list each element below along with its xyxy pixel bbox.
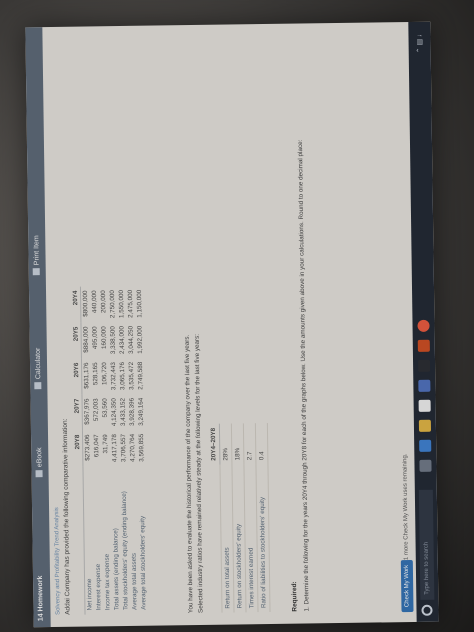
calculator-button[interactable]: Calculator bbox=[34, 348, 43, 390]
powerpoint-icon[interactable] bbox=[417, 339, 430, 352]
cell: 3,433,152 bbox=[119, 397, 127, 427]
chrome-icon[interactable] bbox=[417, 319, 430, 332]
cell: 106,720 bbox=[101, 362, 109, 386]
industry-ratios-table: 20Y4–20Y8 Return on total assets 28% Ret… bbox=[207, 423, 271, 613]
cell: 3,706,557 bbox=[120, 433, 128, 463]
cell: 3,044,250 bbox=[127, 325, 135, 354]
cell: 495,000 bbox=[91, 326, 99, 350]
app-icon[interactable] bbox=[418, 359, 431, 372]
store-icon[interactable] bbox=[418, 399, 431, 412]
monitor-screen: 14 Homework eBook Calculator Print Item … bbox=[25, 21, 439, 628]
cell: 3,569,855 bbox=[138, 433, 146, 462]
column-header: 20Y4 bbox=[70, 286, 81, 323]
cell: $631,176 bbox=[83, 362, 91, 389]
cell: $800,000 bbox=[82, 290, 90, 317]
cell: 1,150,000 bbox=[136, 289, 144, 318]
cell: 2,749,588 bbox=[137, 361, 145, 390]
system-tray: ⌃ ▤ ♩ bbox=[416, 29, 424, 54]
file-explorer-icon[interactable] bbox=[418, 419, 432, 432]
taskbar-search-input[interactable]: Type here to search bbox=[418, 489, 435, 600]
cell: $273,406 bbox=[84, 434, 92, 461]
cell: 616,047 bbox=[93, 434, 101, 458]
print-button[interactable]: Print Item bbox=[32, 235, 41, 276]
column-header: 20Y7 bbox=[72, 394, 83, 431]
cell: 1,550,000 bbox=[118, 289, 126, 319]
cell: 2,475,000 bbox=[127, 289, 135, 318]
ebook-button[interactable]: eBook bbox=[35, 447, 43, 478]
row-label: Average total stockholders' equity bbox=[139, 515, 148, 610]
cell: $884,000 bbox=[82, 326, 90, 353]
cell: 160,000 bbox=[100, 326, 108, 350]
cell: 572,003 bbox=[92, 398, 100, 422]
cell: 4,270,764 bbox=[129, 433, 137, 462]
cell: 28% bbox=[219, 423, 232, 465]
cell: 3,928,396 bbox=[128, 397, 136, 426]
check-my-work-button[interactable]: Check My Work bbox=[400, 559, 414, 613]
column-header: 20Y6 bbox=[71, 358, 82, 395]
cell: $367,976 bbox=[83, 398, 91, 425]
cell: 18% bbox=[231, 423, 244, 465]
calculator-icon bbox=[34, 382, 42, 390]
cell: 3,249,164 bbox=[137, 397, 145, 426]
cell: 3,065,176 bbox=[119, 361, 127, 391]
cell: 2,434,000 bbox=[118, 325, 126, 355]
edge-icon[interactable] bbox=[419, 439, 432, 452]
start-icon[interactable] bbox=[421, 604, 433, 616]
cell: 3,338,500 bbox=[109, 326, 117, 355]
dropbox-icon[interactable] bbox=[418, 379, 431, 392]
cell: 53,560 bbox=[101, 398, 109, 418]
cell: 4,124,350 bbox=[110, 398, 118, 427]
cell: 3,535,472 bbox=[128, 361, 136, 390]
app-title: 14 Homework bbox=[36, 575, 45, 622]
breadcrumb: Solvency and Profitability Trend Analysi… bbox=[54, 507, 62, 615]
comparative-table: 20Y8 20Y7 20Y6 20Y5 20Y4 Net income $273… bbox=[70, 286, 149, 615]
column-header: 20Y4–20Y8 bbox=[207, 423, 220, 465]
column-header: 20Y8 bbox=[72, 430, 83, 467]
task-view-icon[interactable] bbox=[419, 459, 432, 472]
cell: 3,732,443 bbox=[110, 362, 118, 391]
intro-text: Addai Company has provided the following… bbox=[61, 418, 72, 615]
cell: 528,165 bbox=[92, 362, 100, 386]
cell: 2,750,000 bbox=[109, 290, 117, 319]
required-instructions: 1. Determine the following for the years… bbox=[296, 139, 311, 612]
printer-icon bbox=[32, 268, 40, 276]
app-header: 14 Homework eBook Calculator Print Item bbox=[25, 27, 51, 628]
cell: 0.4 bbox=[255, 423, 268, 465]
cell: 31,749 bbox=[102, 434, 110, 454]
photo-backdrop: 14 Homework eBook Calculator Print Item … bbox=[0, 0, 474, 632]
industry-note: Selected industry ratios have remained r… bbox=[193, 333, 205, 614]
cell: 4,417,178 bbox=[111, 434, 119, 463]
book-icon bbox=[35, 470, 43, 478]
check-remaining-note: 1 more Check My Work uses remaining. bbox=[402, 453, 410, 561]
evaluation-note: You have been asked to evaluate the hist… bbox=[183, 334, 195, 614]
row-label: Ratio of liabilities to stockholders' eq… bbox=[255, 464, 271, 613]
cell: 2.7 bbox=[243, 423, 256, 465]
table-row: Ratio of liabilities to stockholders' eq… bbox=[255, 423, 271, 613]
cell: 1,992,000 bbox=[136, 325, 144, 354]
required-heading: Required: bbox=[291, 581, 299, 612]
cell: 200,000 bbox=[100, 290, 108, 314]
column-header: 20Y5 bbox=[71, 322, 82, 359]
cell: 440,000 bbox=[91, 290, 99, 314]
